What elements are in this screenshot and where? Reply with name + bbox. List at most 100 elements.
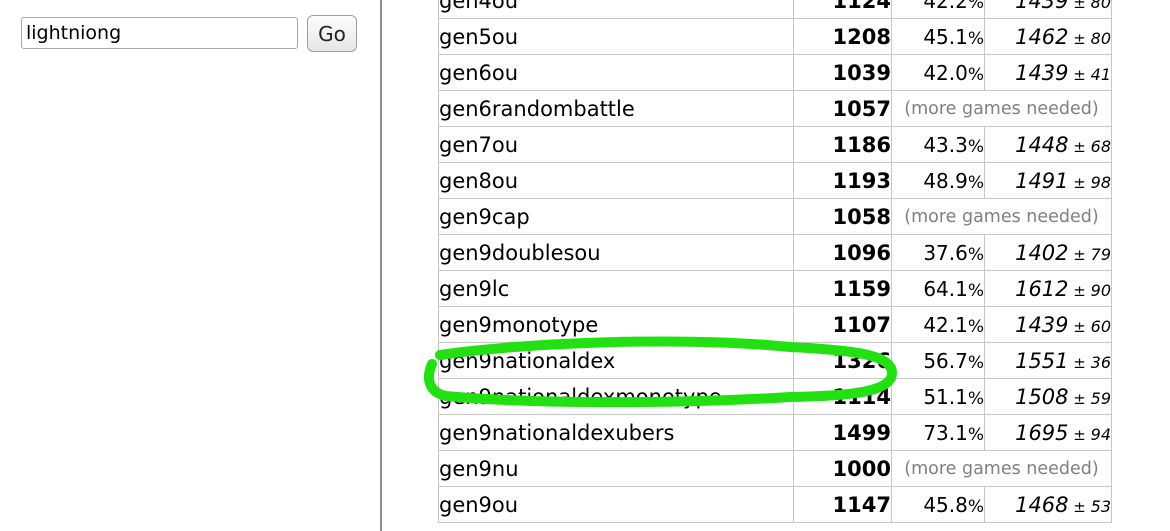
plus-minus-sign: ± <box>1068 173 1091 192</box>
format-cell: gen9nationaldexmonotype <box>438 378 794 415</box>
more-games-needed-cell: (more games needed) <box>891 198 1112 235</box>
format-cell: gen7ou <box>438 126 794 163</box>
gxe-cell: 45.1% <box>891 18 985 55</box>
ladder-row: gen4ou 1124 42.2% 1439 ± 80 <box>438 0 1112 19</box>
format-cell: gen9nationaldex <box>438 342 794 379</box>
glicko-deviation: 53 <box>1090 496 1111 516</box>
glicko-cell: 1439 ± 41 <box>984 54 1112 91</box>
percent-sign: % <box>967 388 984 409</box>
elo-cell: 1208 <box>793 18 892 55</box>
ladder-row: gen9doublesou 1096 37.6% 1402 ± 79 <box>438 234 1112 271</box>
percent-sign: % <box>967 64 984 85</box>
gxe-cell: 42.1% <box>891 306 985 343</box>
elo-cell: 1096 <box>793 234 892 271</box>
glicko-cell: 1462 ± 80 <box>984 18 1112 55</box>
percent-sign: % <box>967 244 984 265</box>
glicko-cell: 1439 ± 80 <box>984 0 1112 19</box>
gxe-cell: 48.9% <box>891 162 985 199</box>
username-search-input[interactable] <box>21 17 298 49</box>
elo-cell: 1039 <box>793 54 892 91</box>
gxe-cell: 64.1% <box>891 270 985 307</box>
glicko-rating: 1695 <box>1015 420 1069 445</box>
gxe-cell: 37.6% <box>891 234 985 271</box>
glicko-deviation: 68 <box>1090 136 1111 156</box>
percent-sign: % <box>967 424 984 445</box>
glicko-rating: 1448 <box>1015 132 1069 157</box>
gxe-value: 42.2 <box>923 0 968 13</box>
glicko-rating: 1491 <box>1015 168 1069 193</box>
gxe-value: 64.1 <box>923 276 968 301</box>
ladder-row: gen6randombattle 1057 (more games needed) <box>438 90 1112 127</box>
plus-minus-sign: ± <box>1068 281 1091 300</box>
percent-sign: % <box>967 280 984 301</box>
ladder-row: gen6ou 1039 42.0% 1439 ± 41 <box>438 54 1112 91</box>
glicko-deviation: 90 <box>1090 280 1111 300</box>
elo-cell: 1000 <box>793 450 892 487</box>
glicko-rating: 1508 <box>1015 384 1069 409</box>
gxe-cell: 56.7% <box>891 342 985 379</box>
pane-divider <box>380 0 382 531</box>
percent-sign: % <box>967 496 984 517</box>
glicko-deviation: 60 <box>1090 316 1111 336</box>
elo-cell: 1124 <box>793 0 892 19</box>
ladder-ratings-table: gen4ou 1124 42.2% 1439 ± 80 gen5ou 1208 45.1% 1… <box>438 0 1112 523</box>
ladder-row: gen9nationaldex 1326 56.7% 1551 ± 36 <box>438 342 1112 379</box>
glicko-cell: 1551 ± 36 <box>984 342 1112 379</box>
elo-cell: 1159 <box>793 270 892 307</box>
gxe-value: 42.1 <box>923 312 968 337</box>
ladder-row: gen9nu 1000 (more games needed) <box>438 450 1112 487</box>
plus-minus-sign: ± <box>1068 29 1091 48</box>
ladder-row: gen7ou 1186 43.3% 1448 ± 68 <box>438 126 1112 163</box>
elo-cell: 1057 <box>793 90 892 127</box>
plus-minus-sign: ± <box>1068 137 1091 156</box>
ladder-row: gen9monotype 1107 42.1% 1439 ± 60 <box>438 306 1112 343</box>
glicko-rating: 1462 <box>1015 24 1069 49</box>
more-games-needed-cell: (more games needed) <box>891 450 1112 487</box>
glicko-rating: 1439 <box>1015 60 1069 85</box>
plus-minus-sign: ± <box>1068 317 1091 336</box>
go-button[interactable]: Go <box>307 15 357 52</box>
gxe-cell: 73.1% <box>891 414 985 451</box>
elo-cell: 1058 <box>793 198 892 235</box>
elo-cell: 1147 <box>793 486 892 523</box>
gxe-value: 56.7 <box>923 348 968 373</box>
glicko-deviation: 94 <box>1090 424 1111 444</box>
gxe-cell: 42.0% <box>891 54 985 91</box>
plus-minus-sign: ± <box>1068 389 1091 408</box>
plus-minus-sign: ± <box>1068 425 1091 444</box>
glicko-rating: 1551 <box>1015 348 1069 373</box>
percent-sign: % <box>967 172 984 193</box>
format-cell: gen4ou <box>438 0 794 19</box>
format-cell: gen9ou <box>438 486 794 523</box>
ladder-table-body: gen4ou 1124 42.2% 1439 ± 80 gen5ou 1208 45.1% 1… <box>438 0 1112 523</box>
elo-cell: 1186 <box>793 126 892 163</box>
glicko-rating: 1439 <box>1015 312 1069 337</box>
percent-sign: % <box>967 316 984 337</box>
gxe-value: 43.3 <box>923 132 968 157</box>
gxe-cell: 45.8% <box>891 486 985 523</box>
glicko-deviation: 80 <box>1090 0 1111 12</box>
percent-sign: % <box>967 0 984 13</box>
format-cell: gen8ou <box>438 162 794 199</box>
percent-sign: % <box>967 352 984 373</box>
ladder-row: gen9nationaldexmonotype 1114 51.1% 1508 ± 5… <box>438 378 1112 415</box>
glicko-deviation: 98 <box>1090 172 1111 192</box>
elo-cell: 1114 <box>793 378 892 415</box>
glicko-rating: 1612 <box>1015 276 1069 301</box>
ladder-row: gen8ou 1193 48.9% 1491 ± 98 <box>438 162 1112 199</box>
gxe-value: 48.9 <box>923 168 968 193</box>
ladder-row: gen9lc 1159 64.1% 1612 ± 90 <box>438 270 1112 307</box>
gxe-value: 42.0 <box>923 60 968 85</box>
glicko-cell: 1695 ± 94 <box>984 414 1112 451</box>
glicko-cell: 1439 ± 60 <box>984 306 1112 343</box>
glicko-cell: 1508 ± 59 <box>984 378 1112 415</box>
format-cell: gen9lc <box>438 270 794 307</box>
glicko-cell: 1468 ± 53 <box>984 486 1112 523</box>
glicko-deviation: 80 <box>1090 28 1111 48</box>
ladder-row: gen9ou 1147 45.8% 1468 ± 53 <box>438 486 1112 523</box>
format-cell: gen9monotype <box>438 306 794 343</box>
elo-cell: 1107 <box>793 306 892 343</box>
gxe-cell: 51.1% <box>891 378 985 415</box>
search-panel: Go <box>0 0 380 531</box>
plus-minus-sign: ± <box>1068 245 1091 264</box>
